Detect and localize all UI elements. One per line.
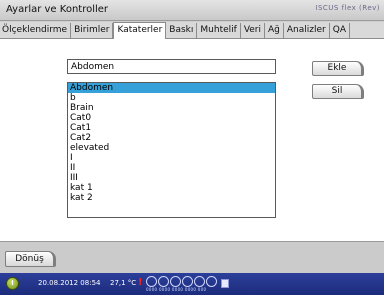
alert-icon: ! [138, 277, 143, 288]
delete-button[interactable]: Sil [312, 84, 364, 99]
sensor-circle-icon [182, 276, 193, 287]
window-title: Ayarlar ve Kontroller [6, 4, 109, 15]
power-icon[interactable] [6, 277, 19, 290]
tab-muhtelif[interactable]: Muhtelif [197, 23, 241, 39]
list-item[interactable]: III [68, 173, 275, 183]
date-time: 20.08.2012 08:54 [38, 279, 101, 287]
sensor-circle-icon [194, 276, 205, 287]
list-item[interactable]: Cat2 [68, 133, 275, 143]
temperature: 27,1 °C [110, 279, 137, 287]
back-button[interactable]: Dönüş [5, 251, 56, 267]
catheter-panel: Abdomen b Brain Cat0 Cat1 Cat2 elevated … [0, 39, 384, 241]
sensor-circle-icon [158, 276, 169, 287]
list-item[interactable]: Cat1 [68, 123, 275, 133]
tab-veri[interactable]: Veri [241, 23, 266, 39]
brand-logo: ISCUS flex (Rev) [315, 4, 380, 12]
add-button[interactable]: Ekle [312, 61, 364, 76]
list-item[interactable]: elevated [68, 143, 275, 153]
device-icon[interactable] [221, 279, 229, 288]
list-item[interactable]: Brain [68, 103, 275, 113]
sensor-circle-icon [206, 276, 217, 287]
sensor-digits: 0000 0000 0000 0000 000 [146, 287, 207, 292]
catheter-name-input[interactable] [67, 59, 276, 74]
list-item[interactable]: kat 2 [68, 193, 275, 203]
tab-bar: Ölçeklendirme Birimler Kataterler Baskı Muht… [0, 22, 384, 39]
list-item[interactable]: Cat0 [68, 113, 275, 123]
list-item[interactable]: II [68, 163, 275, 173]
tab-olceklendirme[interactable]: Ölçeklendirme [0, 23, 72, 39]
tab-baski[interactable]: Baskı [166, 23, 198, 39]
catheter-list[interactable]: Abdomen b Brain Cat0 Cat1 Cat2 elevated … [67, 82, 276, 218]
tab-ag[interactable]: Ağ [265, 23, 284, 39]
app-screen: Ayarlar ve Kontroller ISCUS flex (Rev) Ö… [0, 0, 384, 295]
tab-birimler[interactable]: Birimler [71, 23, 114, 39]
list-item[interactable]: kat 1 [68, 183, 275, 193]
sensor-strip: 0000 0000 0000 0000 000 [146, 275, 218, 293]
tab-analizler[interactable]: Analizler [284, 23, 330, 39]
status-bar: 20.08.2012 08:54 27,1 °C ! 0000 0000 000… [0, 273, 384, 295]
sensor-circle-icon [146, 276, 157, 287]
title-bar: Ayarlar ve Kontroller ISCUS flex (Rev) [0, 0, 384, 21]
bottom-bar: Dönüş [0, 241, 384, 273]
sensor-circle-icon [170, 276, 181, 287]
list-item[interactable]: b [68, 93, 275, 103]
tab-qa[interactable]: QA [330, 23, 350, 39]
tab-kataterler[interactable]: Kataterler [113, 22, 167, 39]
list-item[interactable]: Abdomen [68, 83, 275, 93]
list-item[interactable]: I [68, 153, 275, 163]
